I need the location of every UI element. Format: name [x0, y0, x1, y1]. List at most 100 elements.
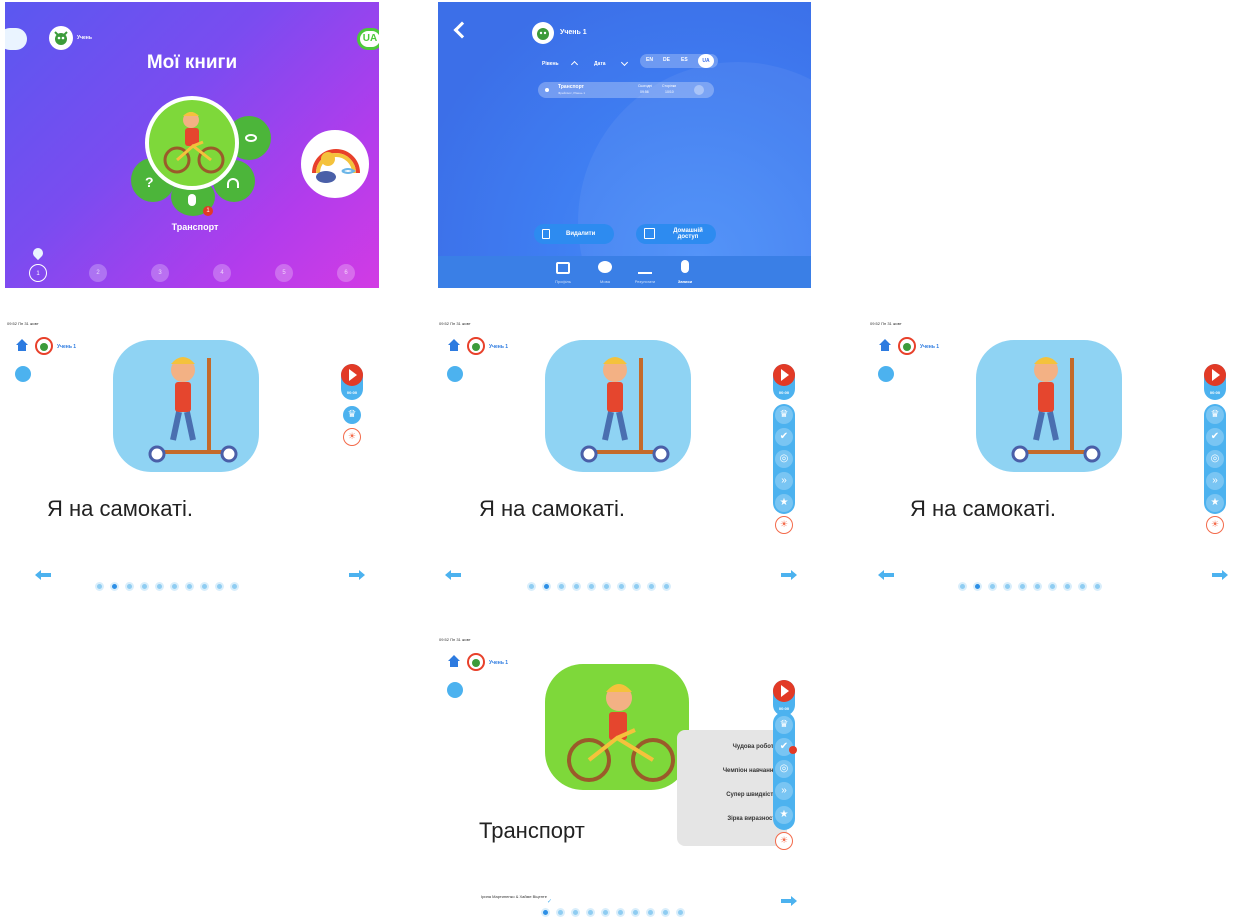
page-dot[interactable]: [230, 582, 239, 591]
next-page-icon[interactable]: [781, 896, 797, 906]
crown-icon[interactable]: ♛: [775, 716, 793, 734]
chat-tab-icon[interactable]: [598, 261, 612, 273]
next-page-icon[interactable]: [1212, 570, 1228, 580]
home-access-button[interactable]: Домашній доступ: [636, 224, 716, 244]
level-3[interactable]: 3: [151, 264, 169, 282]
bulb-icon[interactable]: ☀: [1206, 516, 1224, 534]
crown-icon[interactable]: ♛: [775, 406, 793, 424]
contents-button[interactable]: [447, 682, 463, 698]
page-dot[interactable]: [602, 582, 611, 591]
reward-learning-champion[interactable]: Чемпіон навчання: [723, 768, 777, 774]
lang-en[interactable]: EN: [646, 57, 653, 63]
prev-page-icon[interactable]: [445, 570, 461, 580]
page-dot[interactable]: [185, 582, 194, 591]
check-icon[interactable]: ✔: [1206, 428, 1224, 446]
page-dot[interactable]: [647, 582, 656, 591]
page-dot-current[interactable]: [973, 582, 982, 591]
student-avatar[interactable]: [49, 26, 73, 50]
microphone-tab-icon[interactable]: [681, 260, 689, 273]
record-row[interactable]: Транспорт Фрейпінгс, Рівень 1 Сьогодні 0…: [538, 82, 714, 98]
page-dot[interactable]: [958, 582, 967, 591]
tab-records[interactable]: Записи: [665, 279, 705, 284]
page-dot[interactable]: [662, 582, 671, 591]
page-dot[interactable]: [587, 582, 596, 591]
sort-level[interactable]: Рівень: [542, 61, 559, 67]
page-dot-current[interactable]: [541, 908, 550, 917]
bulb-icon[interactable]: ☀: [775, 516, 793, 534]
home-icon[interactable]: [447, 338, 461, 352]
page-dot[interactable]: [1048, 582, 1057, 591]
page-dot[interactable]: [676, 908, 685, 917]
student-avatar[interactable]: [467, 337, 485, 355]
fast-forward-icon[interactable]: »: [775, 472, 793, 490]
page-dot[interactable]: [556, 908, 565, 917]
page-dot[interactable]: [1063, 582, 1072, 591]
record-action[interactable]: [694, 85, 704, 95]
page-dot[interactable]: [616, 908, 625, 917]
page-dot[interactable]: [632, 582, 641, 591]
next-page-icon[interactable]: [781, 570, 797, 580]
page-dot[interactable]: [140, 582, 149, 591]
reward-great-work[interactable]: Чудова робота: [733, 744, 777, 750]
page-dot[interactable]: [125, 582, 134, 591]
page-dot[interactable]: [527, 582, 536, 591]
reward-expressive-star[interactable]: Зірка виразності: [727, 816, 777, 822]
page-dot[interactable]: [95, 582, 104, 591]
page-dot[interactable]: [601, 908, 610, 917]
page-dot[interactable]: [1003, 582, 1012, 591]
page-dot[interactable]: [661, 908, 670, 917]
record-button[interactable]: [773, 364, 795, 386]
tab-profile[interactable]: Профіль: [543, 279, 583, 284]
page-dot-current[interactable]: [542, 582, 551, 591]
home-icon[interactable]: [447, 654, 461, 668]
record-button[interactable]: [341, 364, 363, 386]
contents-button[interactable]: [447, 366, 463, 382]
lang-ua[interactable]: UA: [698, 54, 714, 68]
page-dot[interactable]: [646, 908, 655, 917]
crown-icon[interactable]: ♛: [343, 406, 361, 424]
record-button[interactable]: [773, 680, 795, 702]
page-dot[interactable]: [557, 582, 566, 591]
page-dot[interactable]: [155, 582, 164, 591]
page-dot[interactable]: [1093, 582, 1102, 591]
level-2[interactable]: 2: [89, 264, 107, 282]
parent-profile-button[interactable]: [5, 28, 27, 50]
contents-button[interactable]: [15, 366, 31, 382]
page-dot[interactable]: [586, 908, 595, 917]
level-1[interactable]: 1: [29, 264, 47, 282]
page-dot[interactable]: [170, 582, 179, 591]
prev-page-icon[interactable]: [878, 570, 894, 580]
level-5[interactable]: 5: [275, 264, 293, 282]
profile-tab-icon[interactable]: [556, 262, 570, 274]
prev-page-icon[interactable]: [35, 570, 51, 580]
book-cover[interactable]: [145, 96, 239, 190]
home-icon[interactable]: [878, 338, 892, 352]
star-icon[interactable]: ★: [775, 806, 793, 824]
page-dot[interactable]: [571, 908, 580, 917]
page-dot[interactable]: [1033, 582, 1042, 591]
lang-es[interactable]: ES: [681, 57, 688, 63]
page-dot[interactable]: [988, 582, 997, 591]
page-dot[interactable]: [1018, 582, 1027, 591]
student-avatar[interactable]: [35, 337, 53, 355]
sort-date[interactable]: Дата: [594, 61, 606, 67]
page-dot[interactable]: [1078, 582, 1087, 591]
page-dot[interactable]: [631, 908, 640, 917]
back-icon[interactable]: [453, 21, 471, 39]
tab-results[interactable]: Результати: [625, 279, 665, 284]
lang-de[interactable]: DE: [663, 57, 670, 63]
bulb-icon[interactable]: ☀: [343, 428, 361, 446]
student-avatar[interactable]: [532, 22, 554, 44]
delete-button[interactable]: Видалити: [534, 224, 614, 244]
tab-language[interactable]: Мова: [585, 279, 625, 284]
star-icon[interactable]: ★: [775, 494, 793, 512]
page-dot[interactable]: [200, 582, 209, 591]
record-button[interactable]: [1204, 364, 1226, 386]
level-4[interactable]: 4: [213, 264, 231, 282]
language-toggle[interactable]: UA: [357, 28, 379, 50]
page-dot-current[interactable]: [110, 582, 119, 591]
fast-forward-icon[interactable]: »: [1206, 472, 1224, 490]
page-dot[interactable]: [617, 582, 626, 591]
reward-super-speed[interactable]: Супер швидкість: [726, 792, 777, 798]
home-icon[interactable]: [15, 338, 29, 352]
